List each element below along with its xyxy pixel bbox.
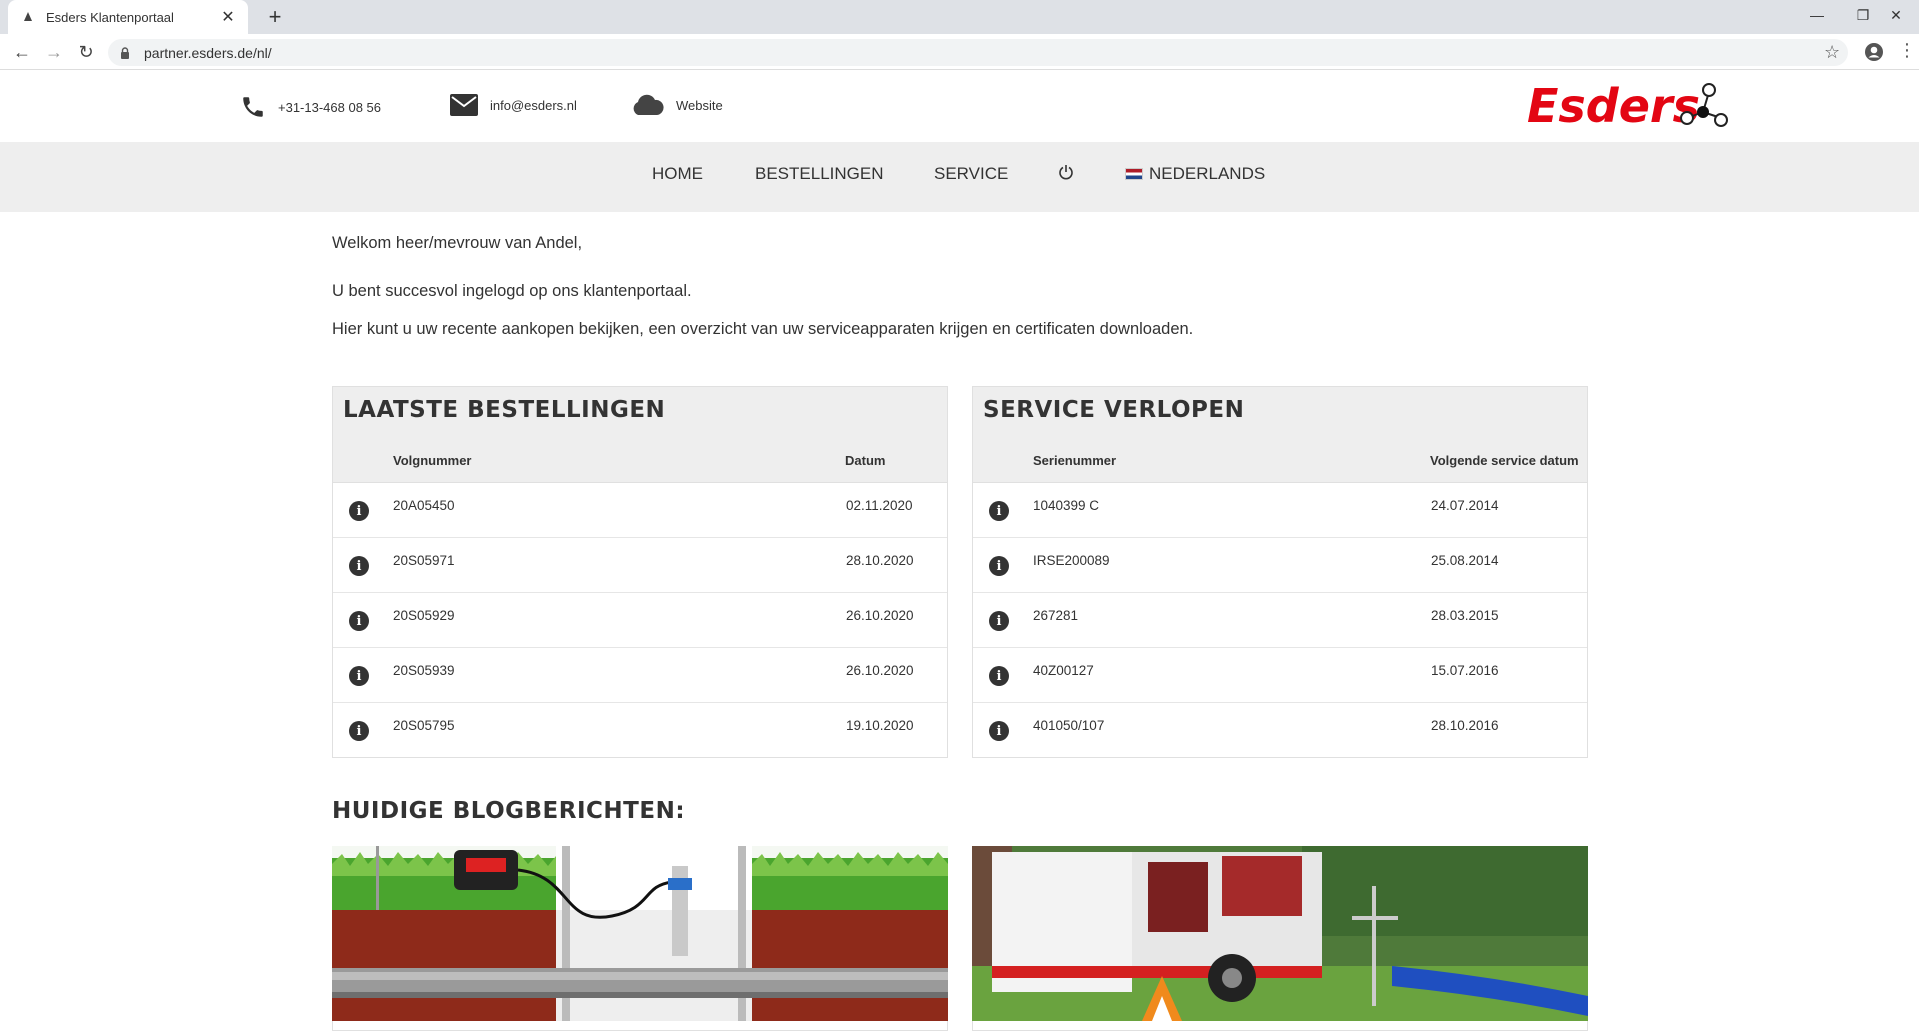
- service-col-next-date: Volgende service datum: [1430, 453, 1579, 468]
- welcome-line-1: U bent succesvol ingelogd op ons klanten…: [332, 282, 692, 300]
- orders-col-date: Datum: [845, 453, 886, 468]
- welcome-greeting: Welkom heer/mevrouw van Andel,: [332, 234, 583, 252]
- info-icon[interactable]: i: [989, 501, 1009, 521]
- next-service-date: 25.08.2014: [1431, 553, 1499, 568]
- logout-power-icon[interactable]: [1058, 164, 1074, 180]
- close-tab-icon[interactable]: ✕: [220, 7, 236, 27]
- service-col-serial: Serienummer: [1033, 453, 1117, 468]
- nav-home[interactable]: HOME: [652, 164, 703, 184]
- table-row[interactable]: i 20S05971 28.10.2020: [333, 538, 947, 593]
- close-window-icon[interactable]: ✕: [1873, 0, 1919, 30]
- url-bar[interactable]: partner.esders.de/nl/: [108, 39, 1848, 66]
- profile-icon[interactable]: [1864, 42, 1884, 62]
- forward-icon[interactable]: →: [42, 40, 66, 64]
- service-panel-header: SERVICE VERLOPEN Serienummer Volgende se…: [973, 387, 1587, 483]
- table-row[interactable]: i 20S05929 26.10.2020: [333, 593, 947, 648]
- main-navigation: HOME BESTELLINGEN SERVICE NEDERLANDS: [0, 142, 1919, 212]
- table-row[interactable]: i 267281 28.03.2015: [973, 593, 1587, 648]
- mail-icon: [450, 94, 478, 116]
- orders-panel-header: LAATSTE BESTELLINGEN Volgnummer Datum: [333, 387, 947, 483]
- service-panel-title: SERVICE VERLOPEN: [983, 397, 1245, 423]
- nav-service[interactable]: SERVICE: [934, 164, 1008, 184]
- blog-section-title: HUIDIGE BLOGBERICHTEN:: [332, 798, 686, 824]
- browser-toolbar: ← → ↻ partner.esders.de/nl/ ☆ ⋮: [0, 34, 1919, 70]
- welcome-line-2: Hier kunt u uw recente aankopen bekijken…: [332, 320, 1194, 338]
- order-date: 26.10.2020: [846, 663, 914, 678]
- info-icon[interactable]: i: [349, 611, 369, 631]
- table-row[interactable]: i 401050/107 28.10.2016: [973, 703, 1587, 758]
- new-tab-icon[interactable]: +: [262, 4, 288, 30]
- order-number: 20S05929: [393, 608, 455, 623]
- phone-icon: [243, 97, 263, 117]
- cloud-icon: [633, 94, 664, 115]
- nav-orders[interactable]: BESTELLINGEN: [755, 164, 884, 184]
- latest-orders-panel: LAATSTE BESTELLINGEN Volgnummer Datum i …: [332, 386, 948, 758]
- phone-number: +31-13-468 08 56: [278, 99, 382, 115]
- serial-number: 40Z00127: [1033, 663, 1094, 678]
- browser-tab-title: Esders Klantenportaal: [46, 9, 174, 25]
- phone-contact[interactable]: +31-13-468 08 56: [240, 94, 381, 120]
- next-service-date: 28.10.2016: [1431, 718, 1499, 733]
- url-text: partner.esders.de/nl/: [144, 44, 272, 61]
- order-number: 20S05971: [393, 553, 455, 568]
- table-row[interactable]: i 20A05450 02.11.2020: [333, 483, 947, 538]
- info-icon[interactable]: i: [349, 721, 369, 741]
- info-icon[interactable]: i: [989, 721, 1009, 741]
- service-expired-panel: SERVICE VERLOPEN Serienummer Volgende se…: [972, 386, 1588, 758]
- table-row[interactable]: i 20S05795 19.10.2020: [333, 703, 947, 758]
- dutch-flag-icon: [1125, 168, 1143, 180]
- back-icon[interactable]: ←: [10, 40, 34, 64]
- favicon-icon: [20, 9, 36, 25]
- info-icon[interactable]: i: [989, 556, 1009, 576]
- order-date: 28.10.2020: [846, 553, 914, 568]
- order-date: 26.10.2020: [846, 608, 914, 623]
- svg-text:Esders: Esders: [1527, 80, 1700, 132]
- website-label: Website: [676, 97, 723, 113]
- contact-bar: +31-13-468 08 56 info@esders.nl Website …: [0, 70, 1919, 142]
- website-link[interactable]: Website: [630, 94, 723, 116]
- email-contact[interactable]: info@esders.nl: [450, 94, 577, 116]
- table-row[interactable]: i 20S05939 26.10.2020: [333, 648, 947, 703]
- info-icon[interactable]: i: [349, 666, 369, 686]
- table-row[interactable]: i 40Z00127 15.07.2016: [973, 648, 1587, 703]
- minimize-window-icon[interactable]: —: [1794, 0, 1840, 30]
- order-date: 02.11.2020: [846, 498, 913, 513]
- info-icon[interactable]: i: [349, 556, 369, 576]
- next-service-date: 28.03.2015: [1431, 608, 1499, 623]
- orders-panel-title: LAATSTE BESTELLINGEN: [343, 397, 666, 423]
- browser-menu-icon[interactable]: ⋮: [1898, 40, 1916, 61]
- bookmark-star-icon[interactable]: ☆: [1824, 42, 1840, 63]
- email-address: info@esders.nl: [490, 97, 577, 113]
- orders-col-number: Volgnummer: [393, 453, 472, 468]
- table-row[interactable]: i 1040399 C 24.07.2014: [973, 483, 1587, 538]
- browser-tab-bar: Esders Klantenportaal ✕ + — ❐ ✕: [0, 0, 1919, 34]
- language-selector[interactable]: NEDERLANDS: [1125, 164, 1265, 184]
- reload-icon[interactable]: ↻: [74, 40, 98, 64]
- blog-image-trailer[interactable]: [972, 846, 1588, 1021]
- serial-number: 267281: [1033, 608, 1079, 623]
- serial-number: 1040399 C: [1033, 498, 1100, 513]
- info-icon[interactable]: i: [349, 501, 369, 521]
- esders-logo[interactable]: Esders: [1525, 79, 1735, 133]
- language-label: NEDERLANDS: [1149, 164, 1266, 183]
- order-number: 20S05795: [393, 718, 455, 733]
- blog-card-border: [332, 1021, 948, 1031]
- order-date: 19.10.2020: [846, 718, 914, 733]
- blog-image-pipeline[interactable]: [332, 846, 948, 1021]
- info-icon[interactable]: i: [989, 666, 1009, 686]
- order-number: 20A05450: [393, 498, 455, 513]
- blog-card-border: [972, 1021, 1588, 1031]
- next-service-date: 24.07.2014: [1431, 498, 1499, 513]
- browser-tab[interactable]: Esders Klantenportaal ✕: [8, 0, 248, 34]
- serial-number: IRSE200089: [1033, 553, 1110, 568]
- lock-icon: [120, 46, 134, 59]
- table-row[interactable]: i IRSE200089 25.08.2014: [973, 538, 1587, 593]
- order-number: 20S05939: [393, 663, 455, 678]
- next-service-date: 15.07.2016: [1431, 663, 1499, 678]
- serial-number: 401050/107: [1033, 718, 1105, 733]
- info-icon[interactable]: i: [989, 611, 1009, 631]
